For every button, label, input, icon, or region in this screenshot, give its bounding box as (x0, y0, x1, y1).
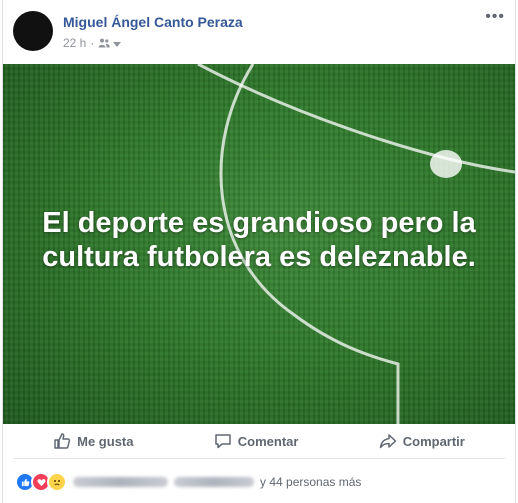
comment-bubble-icon (215, 434, 231, 449)
thumbs-up-icon (54, 433, 71, 449)
post-meta: 22 h · (63, 36, 122, 50)
blurred-name (73, 477, 168, 487)
reactions-summary[interactable]: y 44 personas más (15, 472, 361, 492)
post-card: Miguel Ángel Canto Peraza 22 h · ••• El … (2, 0, 516, 503)
author-name[interactable]: Miguel Ángel Canto Peraza (63, 14, 243, 30)
image-quote-text: El deporte es grandioso pero la cultura … (42, 207, 476, 273)
comment-label: Comentar (237, 433, 299, 449)
like-button[interactable]: Me gusta (53, 432, 133, 450)
post-image[interactable]: El deporte es grandioso pero la cultura … (3, 64, 515, 424)
share-arrow-icon (379, 434, 396, 449)
reactions-count-text[interactable]: y 44 personas más (260, 475, 361, 489)
blurred-name (174, 477, 254, 487)
meta-separator: · (90, 36, 95, 50)
share-button[interactable]: Compartir (379, 432, 465, 450)
post-header: Miguel Ángel Canto Peraza 22 h · ••• (3, 0, 515, 64)
share-label: Compartir (402, 433, 465, 449)
post-timestamp[interactable]: 22 h (63, 36, 86, 50)
sad-reaction-icon[interactable] (47, 472, 67, 492)
post-actions-bar: Me gusta Comentar Compartir (13, 424, 505, 459)
comment-button[interactable]: Comentar (214, 432, 299, 450)
friends-audience-icon[interactable] (98, 38, 111, 48)
more-options-icon[interactable]: ••• (485, 9, 505, 25)
audience-chevron-down-icon[interactable] (113, 41, 122, 47)
avatar[interactable] (13, 11, 53, 51)
like-label: Me gusta (77, 433, 134, 449)
